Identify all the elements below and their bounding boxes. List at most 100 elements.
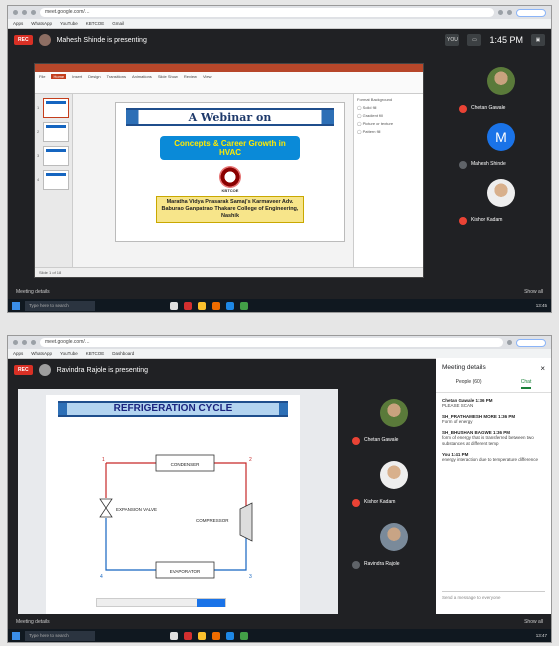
- extension-icon[interactable]: [498, 10, 503, 15]
- ppt-tab[interactable]: Review: [184, 74, 197, 79]
- windows-start-icon[interactable]: [12, 301, 20, 310]
- folder-icon[interactable]: [198, 301, 206, 310]
- avatar: [487, 67, 515, 95]
- address-bar[interactable]: meet.google.com/…: [40, 8, 494, 17]
- ppt-status-bar: Slide 1 of 18: [35, 267, 423, 277]
- present-icon[interactable]: ▣: [531, 34, 545, 46]
- app-icon[interactable]: [212, 631, 220, 640]
- bookmark[interactable]: YouTube: [60, 21, 78, 26]
- back-icon[interactable]: [13, 10, 18, 15]
- app-icon[interactable]: [240, 301, 248, 310]
- meeting-details-button[interactable]: Meeting details: [16, 289, 50, 295]
- taskbar-search[interactable]: Type here to search: [25, 630, 95, 641]
- format-pane: Format Background ◯ Solid fill ◯ Gradien…: [353, 94, 423, 267]
- evaporator-label: EVAPORATOR: [170, 569, 201, 574]
- bookmark[interactable]: WhatsApp: [31, 351, 52, 356]
- bookmark[interactable]: WhatsApp: [31, 21, 52, 26]
- taskbar-search[interactable]: Type here to search: [25, 300, 95, 311]
- qa-button[interactable]: [197, 599, 225, 607]
- participant-tile[interactable]: M Mahesh Shinde: [459, 119, 547, 175]
- avatar: [380, 461, 408, 489]
- app-icon[interactable]: [184, 631, 192, 640]
- ppt-tab[interactable]: Transitions: [107, 74, 126, 79]
- participant-tile[interactable]: Kishor Kadam: [459, 175, 547, 231]
- powerpoint-window: File Home Insert Design Transitions Animation…: [34, 63, 424, 278]
- app-icon[interactable]: [212, 301, 220, 310]
- profile-button[interactable]: [516, 338, 546, 347]
- tab-chat[interactable]: Chat: [520, 379, 532, 389]
- slide-thumbnails: 1 2 3 4: [35, 94, 73, 267]
- participant-tile[interactable]: Kishor Kadam: [352, 457, 438, 519]
- reload-icon[interactable]: [31, 10, 36, 15]
- app-icon[interactable]: [184, 301, 192, 310]
- ppt-tab[interactable]: Slide Show: [158, 74, 178, 79]
- state-label: 3: [249, 574, 252, 580]
- profile-button[interactable]: [516, 8, 546, 17]
- participant-name: Chetan Gawale: [364, 437, 399, 443]
- browser-toolbar: meet.google.com/…: [8, 6, 551, 19]
- presenter-qa-bar[interactable]: [96, 598, 226, 607]
- mic-icon: [352, 561, 360, 569]
- mic-icon: [459, 161, 467, 169]
- extension-icon[interactable]: [507, 10, 512, 15]
- slide-canvas: A Webinar on Concepts & Career Growth in…: [115, 102, 345, 242]
- participant-name: Mahesh Shinde: [471, 161, 506, 167]
- slide-thumbnail[interactable]: 3: [37, 146, 69, 166]
- ppt-tab[interactable]: Home: [51, 74, 67, 79]
- recording-badge: REC: [14, 365, 33, 375]
- slide-thumbnail[interactable]: 1: [37, 98, 69, 118]
- ppt-tab[interactable]: Insert: [72, 74, 82, 79]
- participant-tile[interactable]: Chetan Gawale: [459, 63, 547, 119]
- ppt-tab[interactable]: Design: [88, 74, 100, 79]
- address-bar[interactable]: meet.google.com/…: [40, 338, 503, 347]
- bookmark[interactable]: KBTCOE: [86, 351, 105, 356]
- chat-icon[interactable]: ▭: [467, 34, 482, 46]
- bookmark[interactable]: Dashboard: [112, 351, 134, 356]
- reload-icon[interactable]: [31, 340, 36, 345]
- slide-thumbnail[interactable]: 2: [37, 122, 69, 142]
- slide-thumbnail[interactable]: 4: [37, 170, 69, 190]
- chat-text: energy interaction due to temperature di…: [442, 457, 538, 462]
- folder-icon[interactable]: [198, 631, 206, 640]
- state-label: 1: [102, 457, 105, 463]
- back-icon[interactable]: [13, 340, 18, 345]
- forward-icon[interactable]: [22, 10, 27, 15]
- avatar: M: [487, 123, 515, 151]
- participant-tile[interactable]: Chetan Gawale: [352, 395, 438, 457]
- bookmark[interactable]: YouTube: [60, 351, 78, 356]
- bookmark[interactable]: Apps: [13, 21, 23, 26]
- screenshot-webinar-intro: meet.google.com/… Apps WhatsApp YouTube …: [8, 6, 551, 312]
- show-all-button[interactable]: Show all: [524, 619, 543, 625]
- meeting-details-button[interactable]: Meeting details: [16, 619, 50, 625]
- chat-input[interactable]: Send a message to everyone: [442, 591, 545, 600]
- ppt-tab[interactable]: Animations: [132, 74, 152, 79]
- task-view-icon[interactable]: [170, 631, 178, 640]
- bookmarks-bar: Apps WhatsApp YouTube KBTCOE Gmail: [8, 19, 551, 29]
- app-icon[interactable]: [240, 631, 248, 640]
- expansion-valve-icon: [99, 498, 113, 518]
- participant-badge[interactable]: YOU: [445, 34, 460, 46]
- show-all-button[interactable]: Show all: [524, 289, 543, 295]
- bookmark[interactable]: KBTCOE: [86, 21, 105, 26]
- extension-icon[interactable]: [507, 340, 512, 345]
- task-view-icon[interactable]: [170, 301, 178, 310]
- clock: 1:45 PM: [489, 35, 523, 45]
- slide-topic: Concepts & Career Growth in HVAC: [160, 136, 300, 160]
- close-icon[interactable]: ×: [540, 364, 545, 373]
- cold-line: [105, 518, 156, 571]
- browser-toolbar: meet.google.com/…: [8, 336, 551, 349]
- bookmark[interactable]: Apps: [13, 351, 23, 356]
- ppt-tab[interactable]: File: [39, 74, 45, 79]
- meet-stage: File Home Insert Design Transitions Animation…: [8, 51, 551, 284]
- ppt-titlebar: [35, 64, 423, 72]
- expansion-valve-label: EXPANSION VALVE: [116, 507, 157, 512]
- windows-start-icon[interactable]: [12, 631, 20, 640]
- ppt-tab[interactable]: View: [203, 74, 212, 79]
- chrome-icon[interactable]: [226, 301, 234, 310]
- forward-icon[interactable]: [22, 340, 27, 345]
- bookmark[interactable]: Gmail: [112, 21, 124, 26]
- tab-people[interactable]: People (60): [456, 379, 482, 389]
- windows-taskbar: Type here to search 13:45: [8, 299, 551, 312]
- chrome-icon[interactable]: [226, 631, 234, 640]
- participant-tile[interactable]: Ravindra Rajole: [352, 519, 438, 581]
